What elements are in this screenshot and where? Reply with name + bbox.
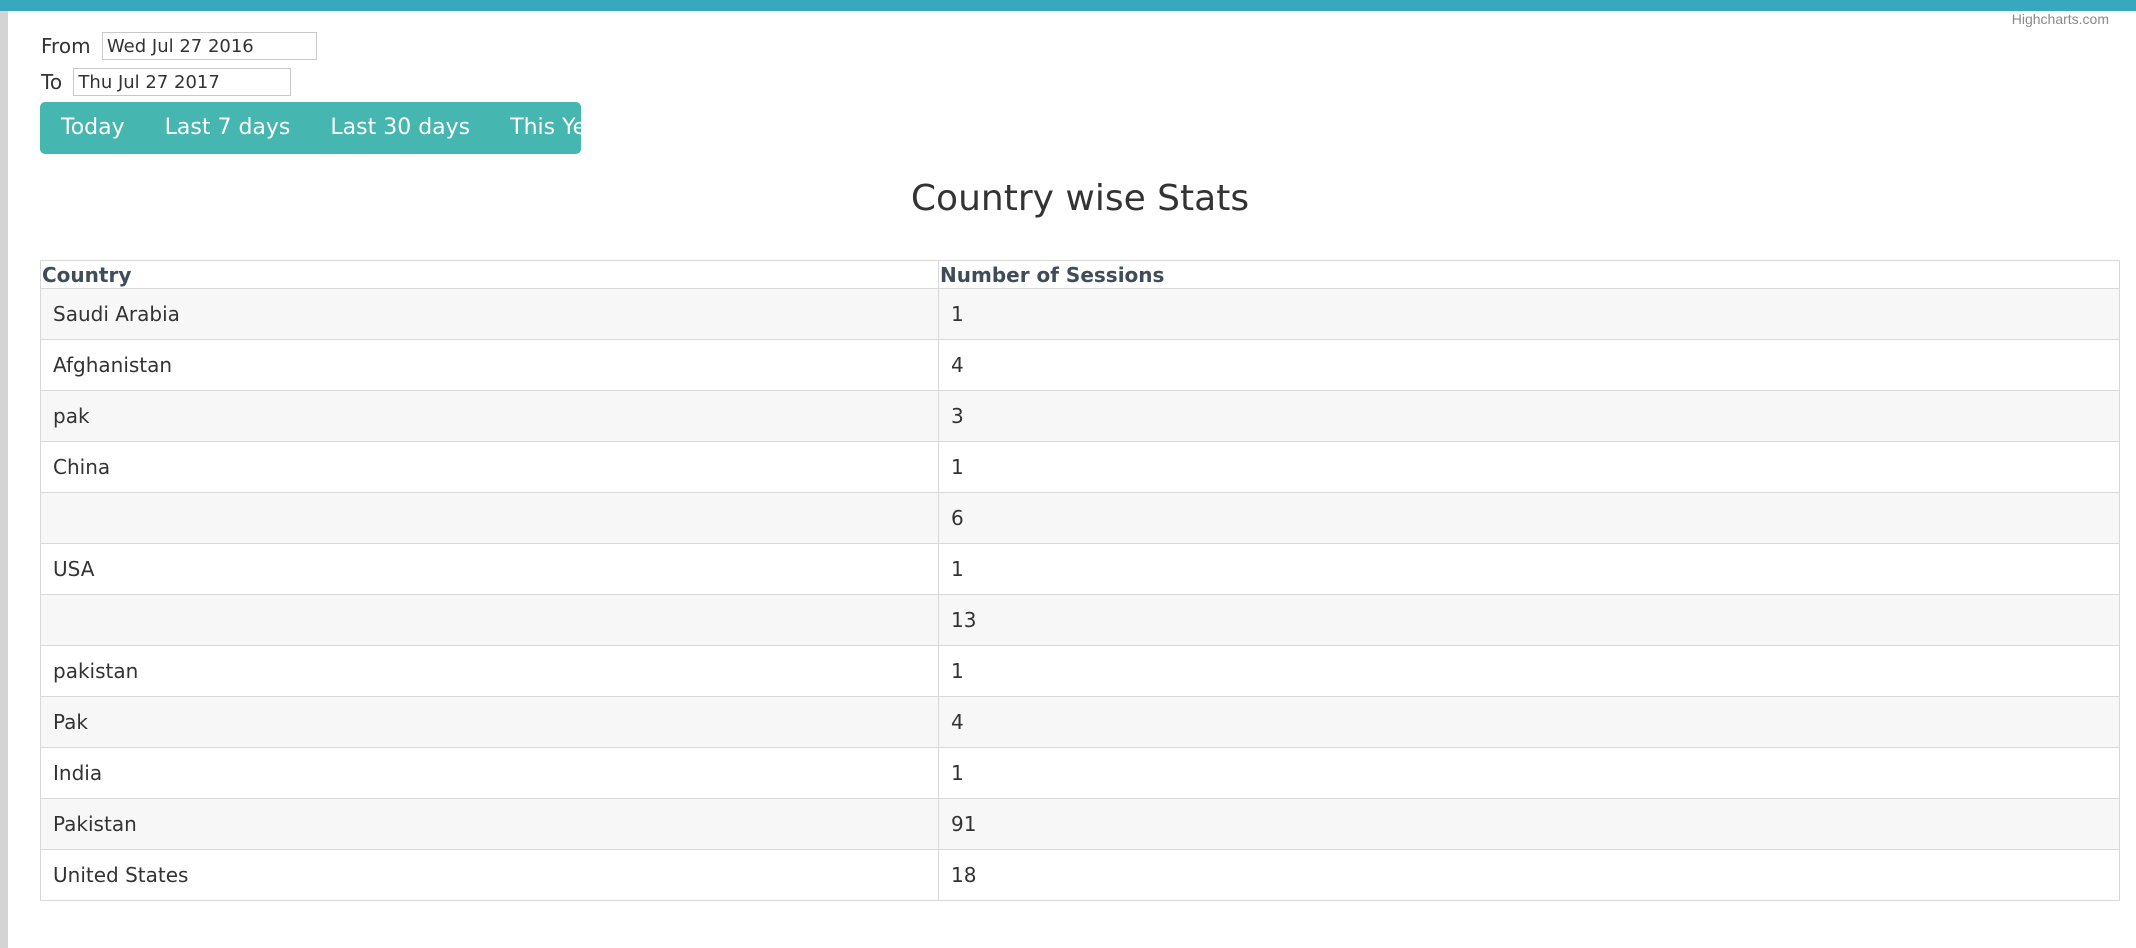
to-label: To <box>41 70 63 94</box>
country-cell: USA <box>40 543 939 595</box>
table-header-row: Country Number of Sessions <box>40 260 2120 289</box>
country-cell <box>40 492 939 544</box>
sessions-cell: 1 <box>938 645 2120 697</box>
table-row: India 1 <box>40 747 2120 799</box>
sessions-cell: 13 <box>938 594 2120 646</box>
last-30-days-button[interactable]: Last 30 days <box>310 102 490 154</box>
date-range-button-group: Today Last 7 days Last 30 days This Year <box>40 102 609 154</box>
table-row: pakistan 1 <box>40 645 2120 697</box>
country-cell: India <box>40 747 939 799</box>
country-cell: United States <box>40 849 939 901</box>
sessions-cell: 91 <box>938 798 2120 850</box>
this-year-button[interactable]: This Year <box>490 102 629 154</box>
page-title: Country wise Stats <box>910 178 1250 219</box>
table-row: China 1 <box>40 441 2120 493</box>
sessions-cell: 18 <box>938 849 2120 901</box>
table-row: Pakistan 91 <box>40 798 2120 850</box>
to-date-row: To <box>41 68 292 96</box>
country-cell: Saudi Arabia <box>40 288 939 340</box>
sessions-cell: 6 <box>938 492 2120 544</box>
sessions-cell: 1 <box>938 288 2120 340</box>
country-cell: Afghanistan <box>40 339 939 391</box>
country-cell <box>40 594 939 646</box>
highcharts-credit-link[interactable]: Highcharts.com <box>2012 11 2109 27</box>
table-row: Afghanistan 4 <box>40 339 2120 391</box>
country-stats-table: Country Number of Sessions Saudi Arabia 1… <box>40 260 2120 901</box>
sessions-cell: 4 <box>938 696 2120 748</box>
column-header-sessions: Number of Sessions <box>938 260 2120 289</box>
to-date-input[interactable] <box>73 68 292 96</box>
from-label: From <box>41 34 91 58</box>
sessions-cell: 1 <box>938 441 2120 493</box>
column-header-country: Country <box>40 260 939 289</box>
table-row: USA 1 <box>40 543 2120 595</box>
table-row: Pak 4 <box>40 696 2120 748</box>
country-cell: pakistan <box>40 645 939 697</box>
country-cell: Pakistan <box>40 798 939 850</box>
last-7-days-button[interactable]: Last 7 days <box>145 102 311 154</box>
sessions-cell: 4 <box>938 339 2120 391</box>
country-cell: China <box>40 441 939 493</box>
table-row: pak 3 <box>40 390 2120 442</box>
sessions-cell: 3 <box>938 390 2120 442</box>
table-row: 13 <box>40 594 2120 646</box>
today-button[interactable]: Today <box>40 102 145 154</box>
left-scroll-edge <box>0 11 8 948</box>
from-date-input[interactable] <box>101 32 317 60</box>
from-date-row: From <box>41 32 317 60</box>
top-accent-bar <box>0 0 2136 11</box>
table-row: 6 <box>40 492 2120 544</box>
sessions-cell: 1 <box>938 747 2120 799</box>
sessions-cell: 1 <box>938 543 2120 595</box>
table-row: Saudi Arabia 1 <box>40 288 2120 340</box>
table-row: United States 18 <box>40 849 2120 901</box>
country-cell: Pak <box>40 696 939 748</box>
country-cell: pak <box>40 390 939 442</box>
